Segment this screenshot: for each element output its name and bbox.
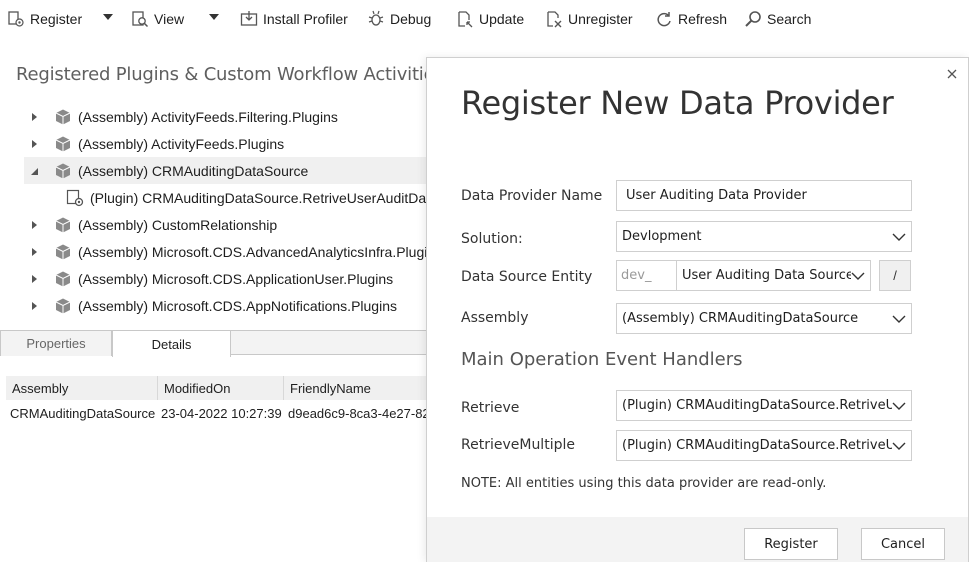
cell-friendlyname[interactable]: d9ead6c9-8ca3-4e27-82 [288,402,426,424]
chevron-down-icon [892,442,906,450]
tree-item-label: (Assembly) Microsoft.CDS.AdvancedAnalyti… [78,243,436,260]
tree-item-label: (Assembly) CustomRelationship [78,216,278,233]
refresh-icon [657,12,671,27]
assembly-label: Assembly [461,310,529,326]
assembly-icon [55,244,71,259]
search-icon [745,11,761,27]
tree-item[interactable]: (Assembly) ActivityFeeds.Filtering.Plugi… [24,103,444,130]
tree-item[interactable]: (Assembly) Microsoft.CDS.AppNotification… [24,292,444,319]
solution-select[interactable]: Devlopment [616,221,912,252]
cell-modifiedon[interactable]: 23-04-2022 10:27:39 [161,402,285,424]
provider-name-label: Data Provider Name [461,188,603,204]
read-only-note: NOTE: All entities using this data provi… [461,476,827,491]
register-icon [8,11,24,27]
assembly-icon [55,163,71,178]
entity-select[interactable]: User Auditing Data Source [676,260,871,291]
expand-arrow-icon[interactable] [26,109,42,125]
assembly-icon [55,298,71,313]
unregister-button[interactable]: Unregister [545,7,633,31]
column-header-modifiedon[interactable]: ModifiedOn [158,376,284,400]
assembly-icon [55,271,71,286]
provider-name-field[interactable] [616,180,912,211]
tree-item[interactable]: (Assembly) Microsoft.CDS.ApplicationUser… [24,265,444,292]
tree-item-label: (Assembly) Microsoft.CDS.AppNotification… [78,297,397,314]
assembly-icon [55,136,71,151]
toolbar: Register View Install Profiler Debug Upd… [0,0,969,38]
retrieve-multiple-label: RetrieveMultiple [461,437,575,453]
debug-icon [368,10,384,26]
tab-properties[interactable]: Properties [0,330,112,356]
tree-item-selected[interactable]: (Assembly) CRMAuditingDataSource [24,157,444,184]
assembly-icon [55,109,71,124]
close-icon[interactable] [944,66,960,82]
register-data-provider-dialog: Register New Data Provider Data Provider… [426,57,969,562]
search-button[interactable]: Search [744,7,811,31]
cancel-button[interactable]: Cancel [861,528,945,560]
refresh-button[interactable]: Refresh [655,7,727,31]
expand-arrow-icon[interactable] [26,244,42,260]
plugin-gear-icon [66,189,84,206]
entity-prefix: dev_ [616,260,677,291]
entity-edit-button[interactable]: / [879,260,911,291]
retrieve-select[interactable]: (Plugin) CRMAuditingDataSource.RetriveUs… [616,390,912,421]
cell-assembly[interactable]: CRMAuditingDataSource [10,402,158,424]
expand-arrow-icon[interactable] [26,136,42,152]
unregister-icon [547,11,562,28]
tree-item[interactable]: (Assembly) ActivityFeeds.Plugins [24,130,444,157]
tree-title: Registered Plugins & Custom Workflow Act… [16,64,444,85]
debug-button[interactable]: Debug [367,7,431,31]
handlers-heading: Main Operation Event Handlers [461,349,743,370]
tree-item[interactable]: (Assembly) CustomRelationship [24,211,444,238]
chevron-down-icon [892,233,906,241]
entity-label: Data Source Entity [461,269,593,285]
retrieve-value: (Plugin) CRMAuditingDataSource.RetriveUs… [622,398,892,413]
expand-arrow-icon[interactable] [26,271,42,287]
tree-item-label: (Assembly) ActivityFeeds.Plugins [78,135,285,152]
view-dropdown-icon[interactable] [208,12,220,22]
tree-item-plugin[interactable]: (Plugin) CRMAuditingDataSource.RetriveUs… [24,184,444,211]
retrieve-label: Retrieve [461,400,520,416]
tree-item-label: (Assembly) CRMAuditingDataSource [78,162,309,179]
tree-item-label: (Plugin) CRMAuditingDataSource.RetriveUs… [90,189,427,206]
assembly-icon [55,217,71,232]
retrieve-multiple-select[interactable]: (Plugin) CRMAuditingDataSource.RetriveUs… [616,430,912,461]
dialog-footer: Register Cancel [427,517,968,562]
column-header-assembly[interactable]: Assembly [6,376,158,400]
tree-item-label: (Assembly) Microsoft.CDS.ApplicationUser… [78,270,394,287]
view-button[interactable]: View [131,7,184,31]
entity-value: User Auditing Data Source [682,268,851,283]
retrieve-multiple-value: (Plugin) CRMAuditingDataSource.RetriveUs… [622,438,892,453]
chevron-down-icon [892,402,906,410]
expand-arrow-icon[interactable] [26,217,42,233]
view-icon [132,11,149,28]
expand-arrow-icon[interactable] [26,298,42,314]
column-header-friendlyname[interactable]: FriendlyName [284,376,426,400]
chevron-down-icon [851,272,865,280]
solution-value: Devlopment [622,229,702,244]
tab-details[interactable]: Details [112,330,231,357]
assembly-select[interactable]: (Assembly) CRMAuditingDataSource [616,303,912,334]
tree-item[interactable]: (Assembly) Microsoft.CDS.AdvancedAnalyti… [24,238,444,265]
register-button[interactable]: Register [744,528,838,560]
tree-item-label: (Assembly) ActivityFeeds.Filtering.Plugi… [78,108,338,125]
dialog-title: Register New Data Provider [461,84,894,122]
chevron-down-icon [892,315,906,323]
install-profiler-button[interactable]: Install Profiler [240,7,348,31]
update-button[interactable]: Update [456,7,524,31]
provider-name-input[interactable] [626,188,911,203]
solution-label: Solution: [461,231,523,247]
register-button[interactable]: Register [7,7,82,31]
update-icon [458,11,473,28]
install-profiler-icon [240,11,258,26]
collapse-arrow-icon[interactable] [26,163,42,179]
register-dropdown-icon[interactable] [102,12,114,22]
assembly-value: (Assembly) CRMAuditingDataSource [622,311,859,326]
